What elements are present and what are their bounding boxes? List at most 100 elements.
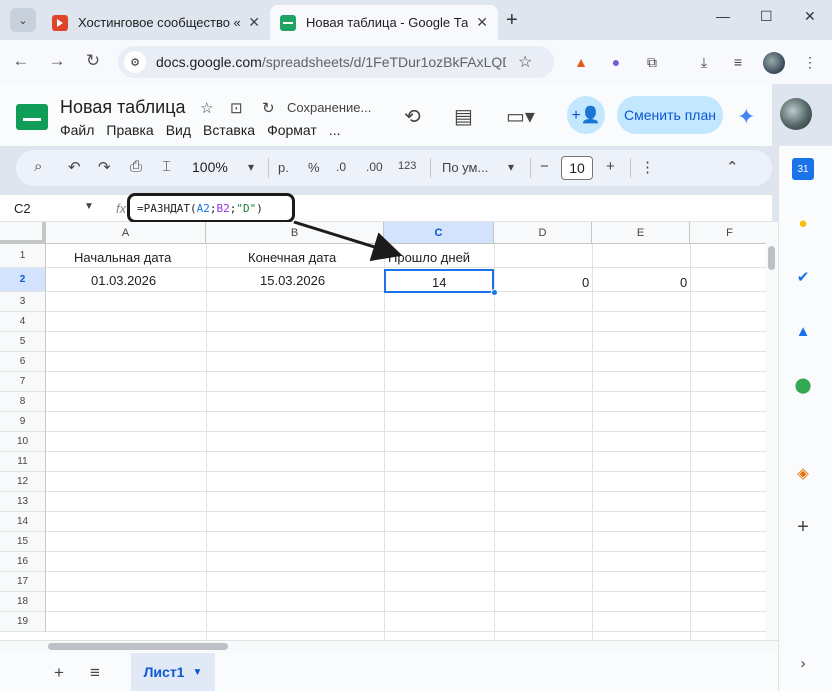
close-window-button[interactable]: ✕	[804, 8, 816, 25]
decrease-decimal-button[interactable]: .0	[336, 160, 346, 174]
sheets-logo-icon[interactable]	[16, 104, 48, 130]
name-box[interactable]: C2	[14, 201, 31, 216]
menu-edit[interactable]: Правка	[106, 122, 153, 138]
column-header-f[interactable]: F	[690, 222, 766, 244]
font-select[interactable]: По ум...	[442, 160, 488, 175]
vertical-scroll-thumb[interactable]	[768, 246, 775, 270]
row-header[interactable]: 3	[0, 292, 46, 312]
increase-decimal-button[interactable]: .00	[366, 160, 383, 174]
browser-tab-timeweb[interactable]: Хостинговое сообщество «Tim ✕	[42, 5, 270, 40]
sheet-tab-list1[interactable]: Лист1 ▼	[131, 653, 215, 691]
row-header[interactable]: 18	[0, 592, 46, 612]
media-icon[interactable]: ≡	[728, 52, 748, 72]
menu-view[interactable]: Вид	[166, 122, 191, 138]
column-header-d[interactable]: D	[494, 222, 592, 244]
fill-handle[interactable]	[491, 289, 498, 296]
cell-a2[interactable]: 01.03.2026	[91, 273, 156, 288]
column-header-b[interactable]: B	[206, 222, 384, 244]
maximize-button[interactable]: ☐	[760, 8, 773, 25]
close-tab-icon[interactable]: ✕	[476, 14, 488, 31]
row-header[interactable]: 2	[0, 268, 46, 292]
office-addon-icon[interactable]: ◈	[792, 462, 814, 484]
meet-video-icon[interactable]: ▭▾	[506, 104, 535, 129]
expand-panel-chevron-right-icon[interactable]: ›	[792, 652, 814, 674]
gemini-sparkle-icon[interactable]: ✦	[737, 104, 755, 130]
kebab-menu-icon[interactable]: ⋮	[800, 52, 820, 72]
menu-file[interactable]: Файл	[60, 122, 94, 138]
print-icon[interactable]: ⎙	[130, 158, 142, 175]
font-dropdown-icon[interactable]: ▾	[508, 160, 514, 174]
document-title[interactable]: Новая таблица	[60, 97, 186, 118]
site-info-icon[interactable]: ⚙	[124, 51, 146, 73]
all-sheets-list-icon[interactable]: ≡	[90, 663, 100, 683]
row-header[interactable]: 11	[0, 452, 46, 472]
row-header[interactable]: 13	[0, 492, 46, 512]
row-header[interactable]: 17	[0, 572, 46, 592]
row-header[interactable]: 5	[0, 332, 46, 352]
more-options-icon[interactable]: ⋮	[640, 158, 655, 176]
row-header[interactable]: 10	[0, 432, 46, 452]
number-format-button[interactable]: 123	[398, 160, 416, 172]
row-header[interactable]: 6	[0, 352, 46, 372]
column-header-c[interactable]: C	[384, 222, 494, 244]
add-sheet-icon[interactable]: +	[54, 663, 64, 683]
row-header[interactable]: 1	[0, 244, 46, 268]
row-header[interactable]: 16	[0, 552, 46, 572]
menu-more[interactable]: ...	[329, 122, 341, 138]
maps-pin-icon[interactable]: ⬤	[792, 374, 814, 396]
column-header-e[interactable]: E	[592, 222, 690, 244]
move-folder-icon[interactable]: ⊡	[230, 99, 243, 117]
row-header[interactable]: 9	[0, 412, 46, 432]
bookmark-star-icon[interactable]: ☆	[518, 52, 532, 72]
row-header[interactable]: 8	[0, 392, 46, 412]
comments-icon[interactable]: ▤	[454, 104, 473, 129]
account-avatar[interactable]	[780, 98, 812, 130]
address-bar[interactable]: ⚙ docs.google.com/spreadsheets/d/1FeTDur…	[118, 46, 554, 78]
get-addons-plus-icon[interactable]: +	[792, 516, 814, 538]
close-tab-icon[interactable]: ✕	[248, 14, 260, 31]
cell-e2[interactable]: 0	[680, 275, 687, 290]
back-arrow-icon[interactable]: ←	[10, 51, 32, 71]
cell-a1[interactable]: Начальная дата	[74, 250, 171, 265]
paint-format-icon[interactable]: ⌶	[162, 158, 171, 175]
puzzle-extensions-icon[interactable]: ⧉	[642, 52, 662, 72]
download-icon[interactable]: ⤓	[694, 52, 714, 72]
select-all-corner[interactable]	[0, 222, 46, 244]
share-person-add-icon[interactable]: +👤	[567, 96, 605, 134]
row-header[interactable]: 4	[0, 312, 46, 332]
vertical-scrollbar[interactable]	[766, 222, 778, 640]
row-header[interactable]: 7	[0, 372, 46, 392]
horizontal-scroll-thumb[interactable]	[48, 643, 228, 650]
browser-tab-sheets[interactable]: Новая таблица - Google Табли ✕	[270, 5, 498, 40]
fox-extension-icon[interactable]: ▲	[571, 52, 591, 72]
history-icon[interactable]: ⟲	[404, 104, 421, 129]
change-plan-button[interactable]: Сменить план	[617, 96, 723, 134]
zoom-select[interactable]: 100%	[192, 159, 228, 175]
tasks-check-icon[interactable]: ✔	[792, 266, 814, 288]
zoom-dropdown-icon[interactable]: ▾	[248, 160, 254, 174]
column-header-a[interactable]: A	[46, 222, 206, 244]
ghost-extension-icon[interactable]: ●	[606, 52, 626, 72]
row-header[interactable]: 19	[0, 612, 46, 632]
minimize-button[interactable]: —	[716, 8, 730, 24]
cell-c1[interactable]: Прошло дней	[388, 250, 470, 265]
name-box-dropdown-icon[interactable]: ▼	[84, 201, 94, 212]
font-size-increase-button[interactable]: +	[606, 158, 615, 175]
cell-b2[interactable]: 15.03.2026	[260, 273, 325, 288]
percent-format-button[interactable]: %	[308, 160, 320, 175]
currency-format-button[interactable]: р.	[278, 160, 289, 175]
cell-d2[interactable]: 0	[582, 275, 589, 290]
menu-format[interactable]: Формат	[267, 122, 317, 138]
row-header[interactable]: 14	[0, 512, 46, 532]
undo-icon[interactable]: ↶	[68, 158, 81, 176]
new-tab-button[interactable]: +	[506, 9, 518, 32]
tab-search-icon[interactable]: ⌄	[10, 8, 36, 32]
row-header[interactable]: 12	[0, 472, 46, 492]
spreadsheet-grid[interactable]: A B C D E F Начальная дата Конечная дата…	[0, 222, 766, 640]
font-size-input[interactable]: 10	[561, 156, 593, 180]
search-menus-icon[interactable]: ⌕	[34, 158, 42, 175]
menu-insert[interactable]: Вставка	[203, 122, 255, 138]
row-header[interactable]: 15	[0, 532, 46, 552]
reload-icon[interactable]: ↻	[82, 51, 104, 71]
keep-bulb-icon[interactable]: ●	[792, 212, 814, 234]
